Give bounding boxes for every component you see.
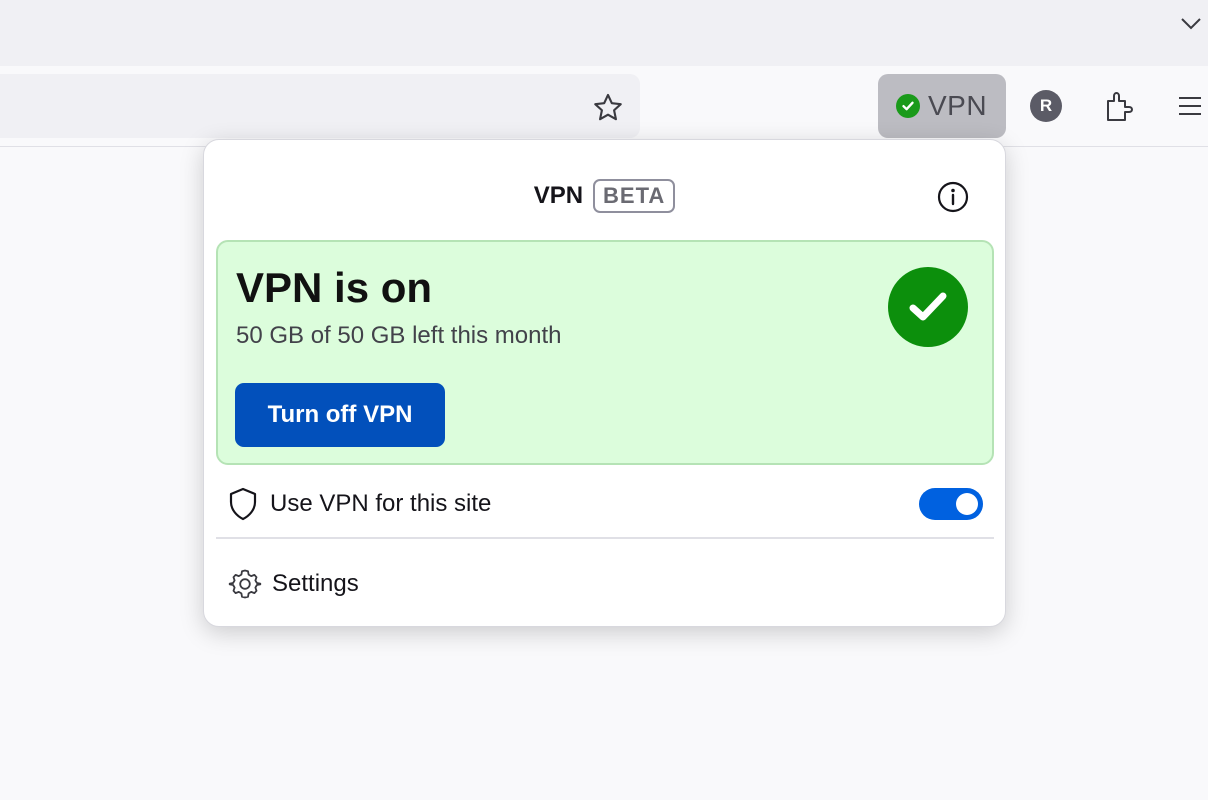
site-vpn-label: Use VPN for this site <box>270 490 492 517</box>
extensions-button[interactable] <box>1100 86 1140 126</box>
puzzle-piece-icon <box>1107 92 1133 121</box>
checkmark-icon <box>888 267 968 347</box>
settings-label: Settings <box>272 570 359 597</box>
info-icon <box>937 181 969 213</box>
chevron-down-icon <box>1181 18 1201 30</box>
info-button[interactable] <box>936 180 970 214</box>
divider <box>216 537 994 539</box>
vpn-status-check-icon <box>896 94 920 118</box>
status-title: VPN is on <box>236 264 433 311</box>
vpn-toolbar-button[interactable]: VPN <box>878 74 1006 138</box>
star-icon <box>594 93 622 121</box>
account-avatar[interactable]: R <box>1030 90 1062 122</box>
bookmark-star-button[interactable] <box>588 88 628 128</box>
panel-title: VPN <box>533 182 584 209</box>
hamburger-menu-icon <box>1179 97 1201 115</box>
url-bar[interactable] <box>0 74 640 138</box>
gear-icon <box>228 567 262 601</box>
data-allowance-text: 50 GB of 50 GB left this month <box>236 322 562 349</box>
app-menu-button[interactable] <box>1170 86 1208 126</box>
site-vpn-row: Use VPN for this site <box>228 482 983 526</box>
tab-strip <box>0 0 1208 66</box>
turn-off-vpn-button[interactable]: Turn off VPN <box>235 383 445 447</box>
vpn-toolbar-label: VPN <box>928 90 988 121</box>
beta-badge: BETA <box>593 179 676 213</box>
settings-item[interactable]: Settings <box>228 562 359 606</box>
vpn-panel: VPN BETA VPN is on 50 GB of 50 GB left t… <box>203 139 1006 627</box>
toggle-knob <box>956 493 978 515</box>
site-vpn-toggle[interactable] <box>919 488 983 520</box>
shield-icon <box>228 486 260 522</box>
vpn-status-card: VPN is on 50 GB of 50 GB left this month… <box>216 240 994 465</box>
panel-header: VPN BETA <box>204 176 1005 216</box>
tab-list-button[interactable] <box>1174 6 1208 40</box>
